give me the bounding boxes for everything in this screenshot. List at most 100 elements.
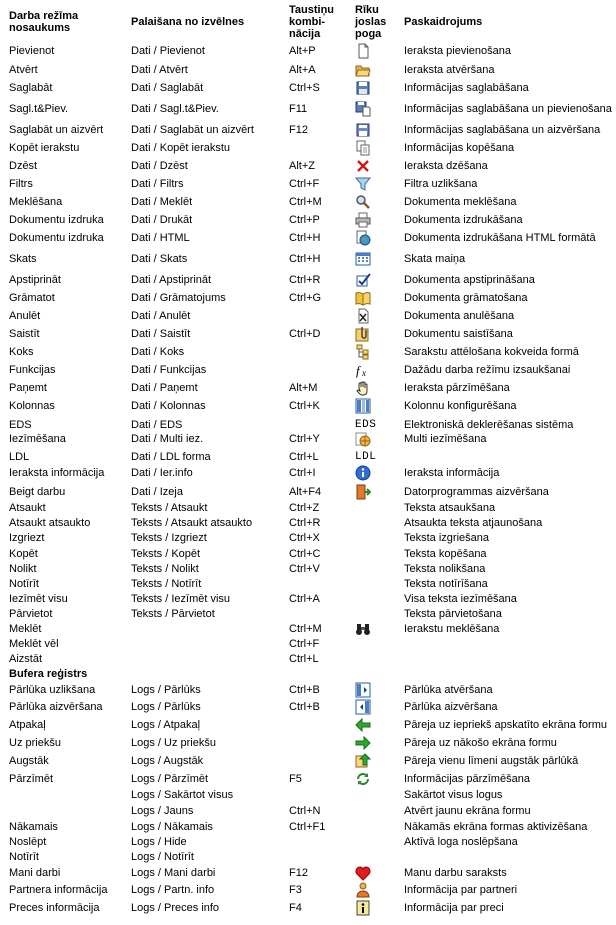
key-combination: F11	[289, 103, 308, 115]
mode-name: Mani darbi	[9, 867, 61, 879]
level-up-icon	[355, 753, 373, 769]
table-row: Izgriezt Teksts / Izgriezt Ctrl+X Teksta iz…	[0, 530, 616, 546]
menu-path: Dati / Izeja	[131, 486, 183, 498]
description: Informācijas kopēšana	[404, 142, 515, 154]
checkmark-icon	[355, 272, 373, 288]
description: Pāreja vienu līmeni augstāk pārlūkā	[404, 755, 579, 767]
key-combination: Alt+Z	[289, 160, 315, 172]
key-combination: Ctrl+Y	[289, 433, 320, 445]
mode-name: Kopēt ierakstu	[9, 142, 80, 154]
menu-path: Teksts / Iezīmēt visu	[131, 593, 231, 605]
menu-path: Teksts / Nolikt	[131, 563, 199, 575]
menu-path: Dati / Kolonnas	[131, 400, 206, 412]
menu-path: Teksts / Atsaukt atsaukto	[131, 517, 253, 529]
section-title: Bufera reģistrs	[9, 668, 88, 680]
table-row: Saglabāt Dati / Saglabāt Ctrl+S Informācija…	[0, 80, 616, 96]
mode-name: Filtrs	[9, 178, 33, 190]
description: Atsaukta teksta atjaunošana	[404, 517, 543, 529]
key-combination: Alt+P	[289, 45, 316, 57]
description: Sakārtot visus logus	[404, 789, 503, 801]
table-row: Sagl.t&Piev. Dati / Sagl.t&Piev. F11 Inform…	[0, 101, 616, 117]
table-row: Logs / Jauns Ctrl+N Atvērt jaunu ekrāna fo…	[0, 803, 616, 819]
description: Teksta kopēšana	[404, 548, 487, 560]
hand-grab-icon	[355, 380, 373, 396]
mode-name: Meklēšana	[9, 196, 63, 208]
menu-path: Dati / Filtrs	[131, 178, 184, 190]
partner-person-icon	[355, 882, 373, 898]
menu-path: Teksts / Atsaukt	[131, 502, 208, 514]
mode-name: Apstiprināt	[9, 274, 61, 286]
arrow-right-icon	[355, 735, 373, 751]
menu-path: Dati / Kopēt ierakstu	[131, 142, 231, 154]
table-row: Pārlūka uzlikšana Logs / Pārlūks Ctrl+B Pār…	[0, 682, 616, 698]
funnel-filter-icon	[355, 176, 373, 192]
menu-path: Dati / Funkcijas	[131, 364, 207, 376]
refresh-icon	[355, 771, 373, 787]
magnifier-icon	[355, 194, 373, 210]
description: Informācijas pārzīmēšana	[404, 773, 530, 785]
table-row: Logs / Sakārtot visus Sakārtot visus logu…	[0, 787, 616, 803]
mode-name: Ieraksta informācija	[9, 467, 105, 479]
description: Dokumenta apstiprināšana	[404, 274, 535, 286]
description: Pārlūka aizvēršana	[404, 701, 498, 713]
key-combination: Ctrl+Z	[289, 502, 320, 514]
menu-path: Logs / Uz priekšu	[131, 737, 216, 749]
save-and-add-icon	[355, 101, 373, 117]
description: Visa teksta iezīmēšana	[404, 593, 517, 605]
heart-icon	[355, 865, 373, 881]
header-keys-line3: nācija	[289, 28, 321, 40]
table-row: Atsaukt atsaukto Teksts / Atsaukt atsaukt…	[0, 515, 616, 531]
description: Multi iezīmēšana	[404, 433, 487, 445]
mode-name: Skats	[9, 253, 37, 265]
description: Atvērt jaunu ekrāna formu	[404, 805, 531, 817]
description: Ieraksta atvēršana	[404, 64, 495, 76]
mode-name: Preces informācija	[9, 902, 100, 914]
mode-name: Notīrīt	[9, 578, 39, 590]
copy-record-icon	[355, 140, 373, 156]
mode-name: Atvērt	[9, 64, 38, 76]
table-row: Atvērt Dati / Atvērt Alt+A Ieraksta atvērša…	[0, 62, 616, 78]
description: Dokumenta grāmatošana	[404, 292, 528, 304]
table-row: Grāmatot Dati / Grāmatojums Ctrl+G Dokument…	[0, 290, 616, 306]
key-combination: Ctrl+I	[289, 467, 316, 479]
mode-name: Notīrīt	[9, 851, 39, 863]
key-combination: Ctrl+H	[289, 232, 321, 244]
info-circle-icon	[355, 465, 373, 481]
mode-name: Nolikt	[9, 563, 37, 575]
table-row: Saglabāt un aizvērt Dati / Saglabāt un ai…	[0, 122, 616, 138]
mode-name: Saistīt	[9, 328, 40, 340]
description: Ieraksta informācija	[404, 467, 500, 479]
key-combination: F12	[289, 867, 308, 879]
paperclip-icon	[355, 326, 373, 342]
table-row: Notīrīt Teksts / Notīrīt Teksta notīrīšana	[0, 576, 616, 592]
header-mode-line1: Darba režīma	[9, 10, 79, 22]
mode-name: Nākamais	[9, 821, 58, 833]
key-combination: Ctrl+B	[289, 701, 320, 713]
menu-path: Dati / Dzēst	[131, 160, 188, 172]
mode-name: Pārlūka uzlikšana	[9, 684, 96, 696]
table-row: Dzēst Dati / Dzēst Alt+Z Ieraksta dzēšana	[0, 158, 616, 174]
description: Manu darbu saraksts	[404, 867, 507, 879]
key-combination: Ctrl+R	[289, 517, 321, 529]
table-row: Atpakaļ Logs / Atpakaļ Pāreja uz iepriekš …	[0, 717, 616, 733]
menu-path: Dati / Skats	[131, 253, 188, 265]
key-combination: Ctrl+N	[289, 805, 321, 817]
menu-path: Logs / Hide	[131, 836, 187, 848]
table-row: Meklēt vēl Ctrl+F	[0, 636, 616, 652]
delete-x-icon	[355, 158, 373, 174]
mode-name: Paņemt	[9, 382, 47, 394]
description: Dokumenta meklēšana	[404, 196, 517, 208]
svg-text:x: x	[361, 368, 366, 378]
description: Informācijas saglabāšana	[404, 82, 529, 94]
table-row: Nolikt Teksts / Nolikt Ctrl+V Teksta nolikš…	[0, 561, 616, 577]
browser-open-icon	[355, 682, 373, 698]
description: Teksta pārvietošana	[404, 608, 502, 620]
table-row: Aizstāt Ctrl+L	[0, 651, 616, 667]
new-document-icon	[355, 43, 373, 59]
printer-icon	[355, 212, 373, 228]
key-combination: Ctrl+A	[289, 593, 320, 605]
description: Ieraksta pārzīmēšana	[404, 382, 510, 394]
header-description: Paskaidrojums	[404, 16, 483, 28]
table-row: Pievienot Dati / Pievienot Alt+P Ieraksta p…	[0, 43, 616, 59]
table-row: Kopēt Teksts / Kopēt Ctrl+C Teksta kopēšana	[0, 546, 616, 562]
